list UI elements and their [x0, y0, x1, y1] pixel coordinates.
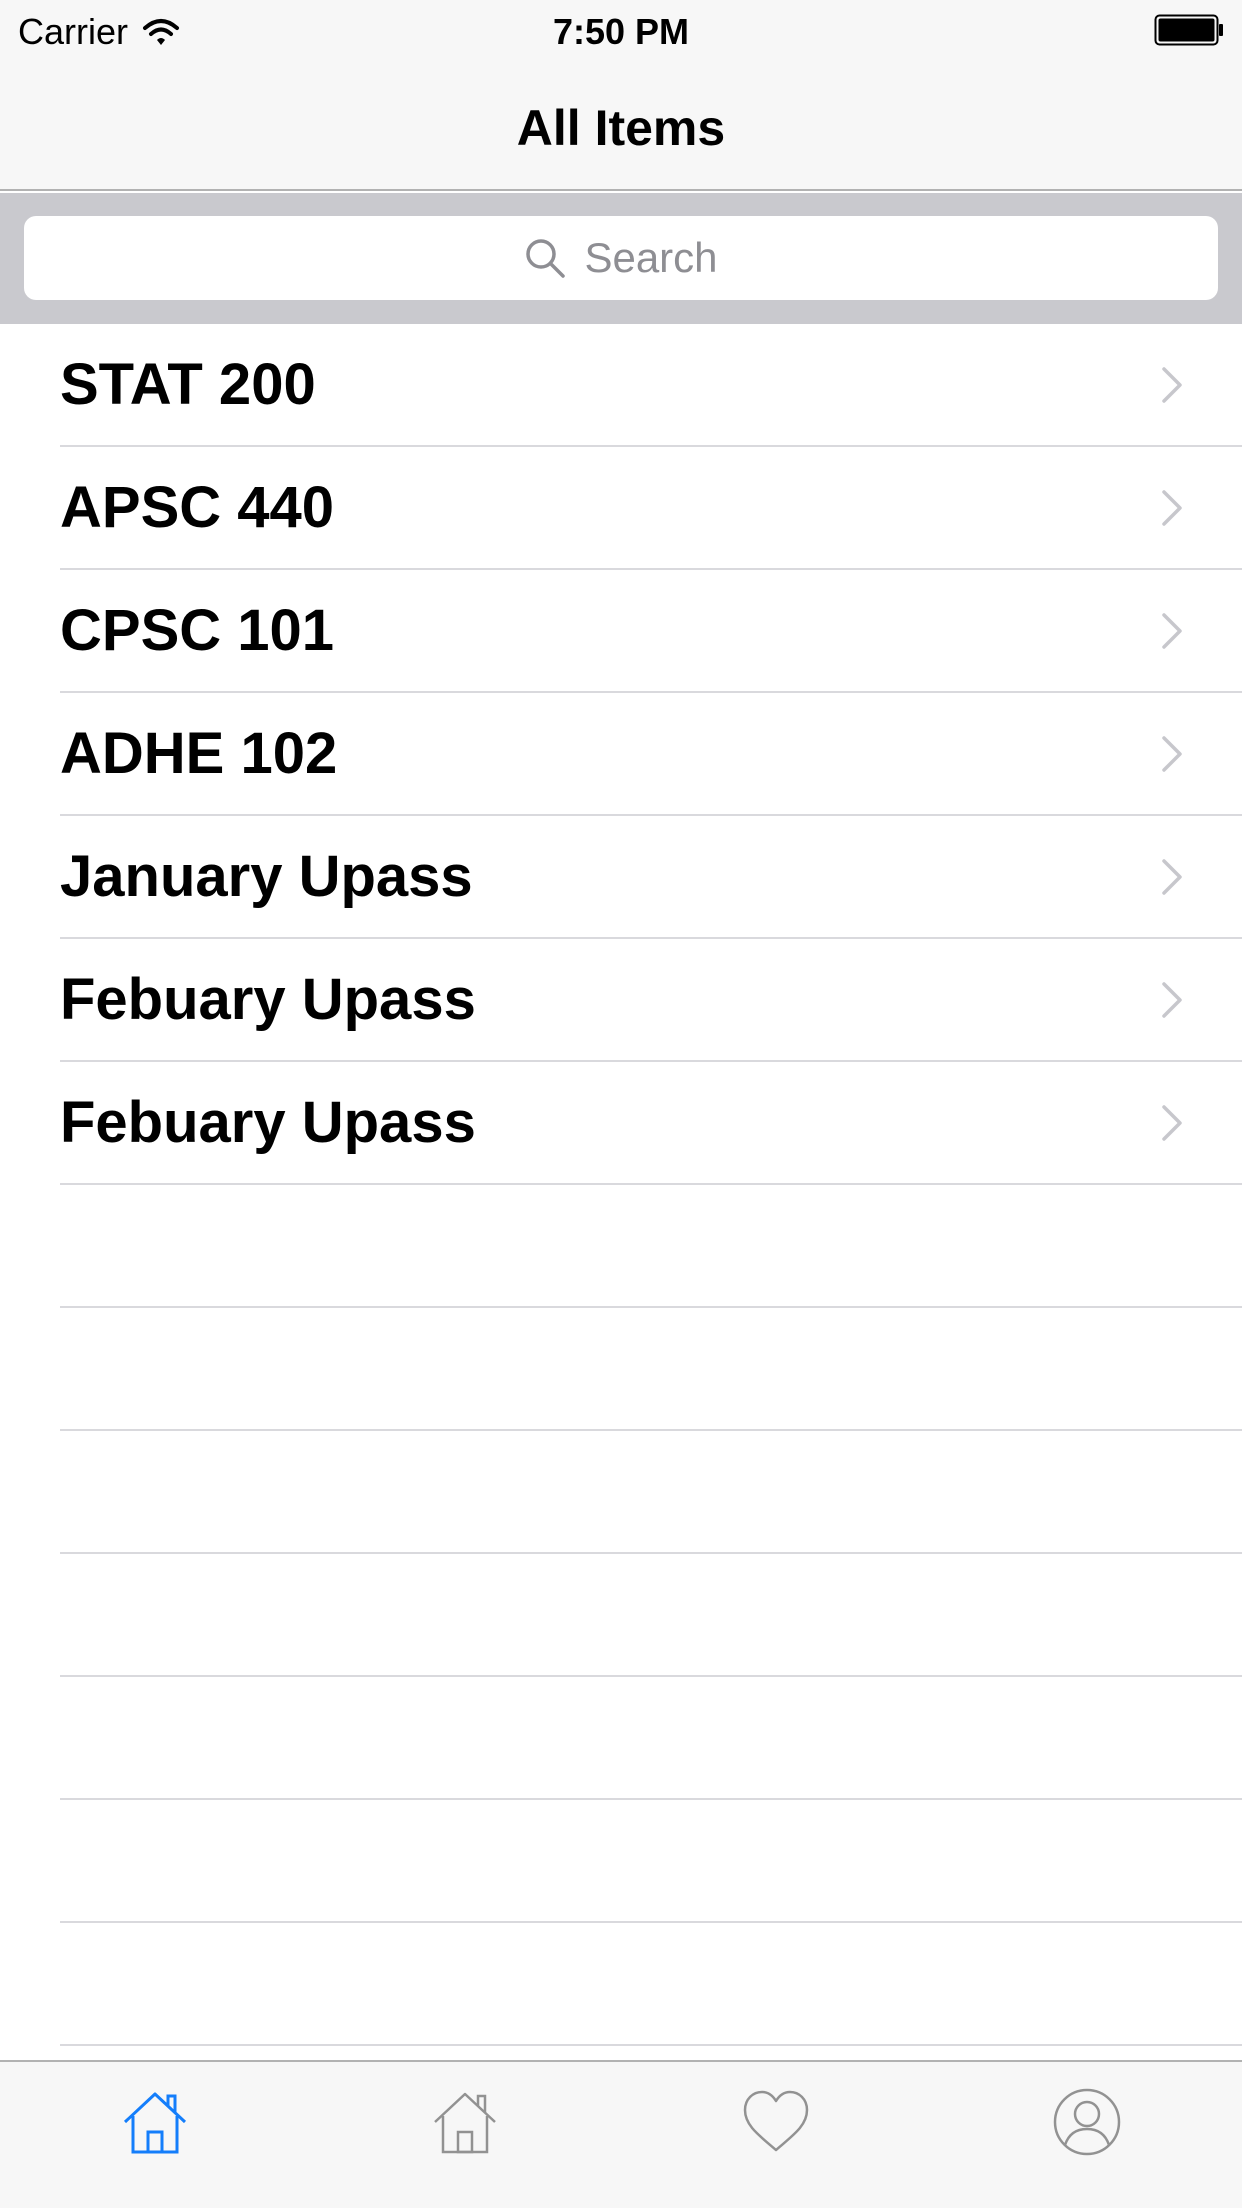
- screen: Carrier 7:50 PM All Items Search STAT 20…: [0, 0, 1242, 2208]
- empty-row: [0, 1554, 1242, 1677]
- list-item-label: Febuary Upass: [60, 1090, 476, 1155]
- heart-icon[interactable]: [740, 2086, 812, 2158]
- list-item-label: APSC 440: [60, 475, 335, 540]
- chevron-right-icon: [1162, 613, 1182, 649]
- list-item[interactable]: APSC 440: [0, 447, 1242, 570]
- status-time: 7:50 PM: [552, 11, 690, 52]
- chevron-right-icon: [1162, 1105, 1182, 1141]
- empty-row: [0, 1677, 1242, 1800]
- empty-row: [0, 1800, 1242, 1923]
- home-icon[interactable]: [119, 2086, 191, 2158]
- list-item-label: CPSC 101: [60, 598, 335, 663]
- chevron-right-icon: [1162, 982, 1182, 1018]
- empty-row: [0, 1185, 1242, 1308]
- search-input[interactable]: Search: [24, 216, 1218, 300]
- list-item[interactable]: January Upass: [0, 816, 1242, 939]
- tab-bar: [0, 2060, 1242, 2208]
- list-item[interactable]: ADHE 102: [0, 693, 1242, 816]
- search-placeholder: Search: [584, 234, 718, 281]
- search-bar: Search: [0, 193, 1242, 324]
- empty-row: [0, 1431, 1242, 1554]
- navigation-bar: Carrier 7:50 PM All Items: [0, 0, 1242, 191]
- list-item-label: January Upass: [60, 844, 473, 909]
- list-item-label: STAT 200: [60, 352, 316, 417]
- list-item[interactable]: CPSC 101: [0, 570, 1242, 693]
- search-icon: [526, 239, 566, 278]
- empty-row: [0, 1308, 1242, 1431]
- battery-icon: [1154, 14, 1223, 46]
- list-item-label: ADHE 102: [60, 721, 338, 786]
- page-title: All Items: [516, 100, 726, 156]
- list-item-label: Febuary Upass: [60, 967, 476, 1032]
- list-item[interactable]: Febuary Upass: [0, 939, 1242, 1062]
- profile-icon[interactable]: [1051, 2086, 1123, 2158]
- chevron-right-icon: [1162, 490, 1182, 526]
- chevron-right-icon: [1162, 859, 1182, 895]
- list-item[interactable]: Febuary Upass: [0, 1062, 1242, 1185]
- list-item[interactable]: STAT 200: [0, 324, 1242, 447]
- home-outline-icon[interactable]: [429, 2086, 501, 2158]
- chevron-right-icon: [1162, 367, 1182, 403]
- chevron-right-icon: [1162, 736, 1182, 772]
- items-list: STAT 200 APSC 440 CPSC 101 ADHE 102 Janu…: [0, 324, 1242, 2046]
- empty-row: [0, 1923, 1242, 2046]
